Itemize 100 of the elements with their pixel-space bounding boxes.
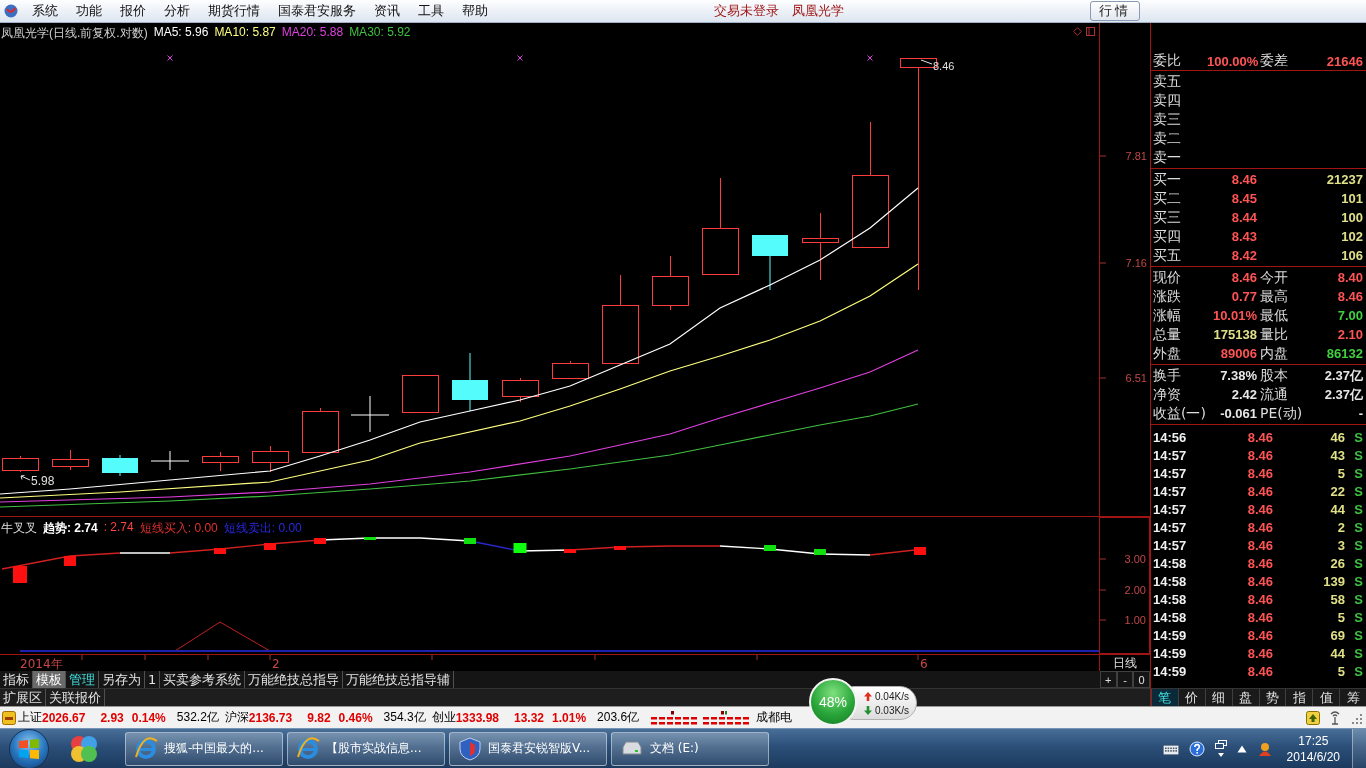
indicator-tab[interactable]: 买卖参考系统 <box>160 671 246 688</box>
detail-tab[interactable]: 笔 <box>1151 689 1178 706</box>
menu-item[interactable]: 工具 <box>410 1 452 21</box>
quote-label: 换手 <box>1153 366 1182 385</box>
quote-label: 现价 <box>1153 268 1182 287</box>
quote-value: 10.01% <box>1211 308 1257 323</box>
app-icon[interactable] <box>69 733 99 764</box>
trade-side: S <box>1353 447 1363 463</box>
axis-label: 7.81 <box>1125 150 1147 162</box>
menu-item[interactable]: 系统 <box>24 1 66 21</box>
candlestick <box>150 450 190 471</box>
indicator-tab[interactable]: 指标 <box>0 671 33 688</box>
index-change: 9.82 <box>307 710 331 725</box>
clock-date[interactable]: 2014/6/20 <box>1286 748 1340 765</box>
person-icon[interactable] <box>1256 740 1273 757</box>
quote-label: 收益(一) <box>1153 404 1207 423</box>
taskbar-button[interactable]: 搜狐-中国最大的... <box>125 731 283 766</box>
quote-label: 卖四 <box>1153 91 1181 110</box>
indicator-tab[interactable]: 模板 <box>33 671 66 688</box>
quote-label: 买四 <box>1153 227 1182 246</box>
quote-value: 86132 <box>1325 346 1363 361</box>
download-arrow-icon <box>864 705 872 715</box>
menu-item[interactable]: 报价 <box>112 1 154 21</box>
period-label: 日线 <box>1113 654 1137 672</box>
zoom-button[interactable]: + <box>1100 671 1117 688</box>
candlestick <box>502 377 539 403</box>
trade-time: 14:57 <box>1153 465 1188 481</box>
indicator-tab[interactable]: 万能绝技总指导辅 <box>343 671 455 688</box>
quote-label: 净资 <box>1153 385 1182 404</box>
extension-tab[interactable]: 关联报价 <box>46 689 105 706</box>
quote-label: 卖三 <box>1153 110 1181 129</box>
quote-label: 卖五 <box>1153 72 1181 91</box>
axis-label: 6.51 <box>1125 372 1147 384</box>
status-icon[interactable] <box>2 710 16 725</box>
trade-time: 14:56 <box>1153 429 1188 445</box>
resize-grip-icon[interactable] <box>1350 711 1362 724</box>
candlestick <box>102 454 138 477</box>
price-label: 8.46 <box>933 60 955 72</box>
quote-label: 涨幅 <box>1153 306 1182 325</box>
trade-volume: 2 <box>1336 519 1345 535</box>
menu-item[interactable]: 分析 <box>156 1 198 21</box>
app-icon[interactable] <box>4 4 18 18</box>
arrow-square-icon[interactable] <box>1306 710 1320 725</box>
help-icon[interactable] <box>1188 740 1205 757</box>
trade-side: S <box>1353 519 1363 535</box>
quote-value: 175138 <box>1212 327 1257 342</box>
candlestick <box>402 375 439 413</box>
trade-volume: 44 <box>1329 501 1345 517</box>
trade-volume: 58 <box>1329 591 1345 607</box>
taskbar-button[interactable]: 【股市实战信息... <box>287 731 445 766</box>
trade-price: 8.46 <box>1246 465 1273 481</box>
bid-price: 8.46 <box>1230 172 1257 187</box>
clock-time[interactable]: 17:25 <box>1298 732 1329 749</box>
arrow-up-icon[interactable] <box>1236 744 1247 753</box>
quote-value: 8.40 <box>1336 270 1363 285</box>
extension-tab[interactable]: 扩展区 <box>0 689 46 706</box>
signal-marker <box>764 545 776 551</box>
quote-button[interactable]: 行情 <box>1090 1 1140 21</box>
quote-label: 买二 <box>1153 189 1182 208</box>
taskbar-button[interactable]: 国泰君安锐智版V... <box>449 731 607 766</box>
ma-legend: MA10: 5.87 <box>214 25 276 42</box>
bid-volume: 100 <box>1340 210 1363 225</box>
quote-value: 2.42 <box>1230 387 1257 402</box>
window-switch-icon[interactable] <box>1214 739 1227 758</box>
quote-label: 内盘 <box>1259 344 1289 363</box>
quote-label: 总量 <box>1153 325 1182 344</box>
trade-side: S <box>1353 627 1363 643</box>
index-percent: 1.01% <box>552 710 587 725</box>
bid-volume: 21237 <box>1325 172 1363 187</box>
quote-value: -0.061 <box>1219 406 1257 421</box>
menu-item[interactable]: 期货行情 <box>200 1 268 21</box>
start-button[interactable] <box>9 728 49 768</box>
quote-value: 2.37亿 <box>1323 366 1363 385</box>
trade-volume: 44 <box>1329 645 1345 661</box>
taskbar-button[interactable]: 文档 (E:) <box>611 731 769 766</box>
price-label: 5.98 <box>31 474 55 488</box>
signal-marker <box>464 538 476 544</box>
square-icon[interactable] <box>1086 27 1095 36</box>
zoom-button[interactable]: 0 <box>1133 671 1150 688</box>
date-label: 6 <box>920 657 928 671</box>
quote-label: 委差 <box>1259 52 1289 70</box>
antenna-icon[interactable] <box>1328 710 1342 725</box>
login-status: 交易未登录 <box>714 2 779 20</box>
axis-label: 1.00 <box>1124 614 1146 626</box>
menu-item[interactable]: 国泰君安服务 <box>270 1 364 21</box>
trade-side: S <box>1353 429 1363 445</box>
trade-price: 8.46 <box>1246 447 1273 463</box>
indicator-tab[interactable]: 管理 <box>66 671 99 688</box>
menu-item[interactable]: 功能 <box>68 1 110 21</box>
download-speed: 0.03K/s <box>875 704 909 716</box>
index-name: 沪深 <box>224 709 249 726</box>
trade-price: 8.46 <box>1246 627 1273 643</box>
menu-item[interactable]: 帮助 <box>454 1 496 21</box>
quote-value: - <box>1357 406 1363 421</box>
candlestick <box>802 212 839 281</box>
indicator-tab[interactable]: 万能绝技总指导 <box>245 671 344 688</box>
indicator-value: 短线买入: 0.00 <box>139 520 218 537</box>
show-desktop-button[interactable] <box>1352 728 1366 768</box>
trade-time: 14:59 <box>1153 645 1188 661</box>
menu-item[interactable]: 资讯 <box>366 1 408 21</box>
